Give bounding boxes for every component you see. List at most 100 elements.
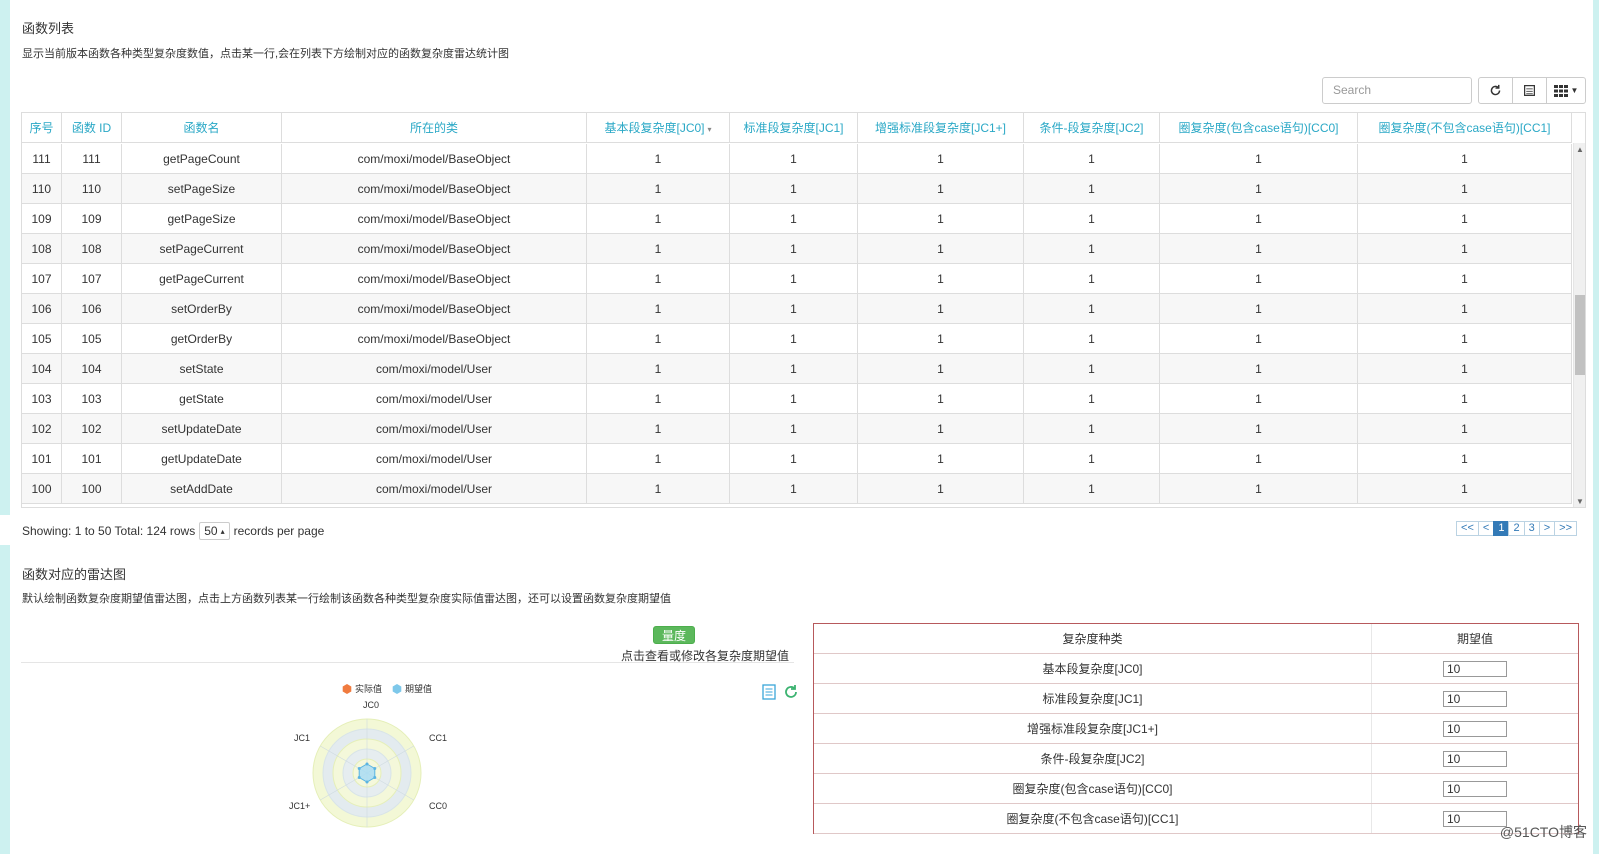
legend-item-expected[interactable]: 期望值: [392, 682, 432, 695]
table-cell: 1: [1024, 294, 1160, 324]
table-cell: 1: [587, 144, 730, 174]
expected-value-input[interactable]: 10: [1443, 720, 1507, 737]
table-row[interactable]: 108 108 setPageCurrent com/moxi/model/BaseO…: [22, 234, 1572, 264]
expectation-row: 增强标准段复杂度[JC1+] 10: [814, 714, 1578, 744]
table-row[interactable]: 106 106 setOrderBy com/moxi/model/BaseObjec…: [22, 294, 1572, 324]
table-cell: 1: [1024, 144, 1160, 174]
table-cell: 1: [1024, 474, 1160, 504]
expected-value-input[interactable]: 10: [1443, 690, 1507, 707]
page-link[interactable]: 3: [1523, 521, 1540, 536]
table-cell: 105: [62, 324, 122, 354]
table-cell: 110: [62, 174, 122, 204]
column-header[interactable]: 圈复杂度(包含case语句)[CC0]: [1160, 113, 1358, 143]
legend-label: 实际值: [355, 684, 383, 694]
legend-item-actual[interactable]: 实际值: [342, 682, 382, 695]
table-cell: getUpdateDate: [122, 444, 282, 474]
table-scrollbar[interactable]: ▲ ▼: [1573, 143, 1585, 507]
table-row[interactable]: 101 101 getUpdateDate com/moxi/model/User 1 1…: [22, 444, 1572, 474]
radar-point[interactable]: [357, 776, 361, 779]
table-cell: 1: [587, 324, 730, 354]
right-stripe: [1593, 0, 1599, 854]
scrollbar-thumb[interactable]: [1575, 295, 1585, 375]
table-row[interactable]: 105 105 getOrderBy com/moxi/model/BaseObjec…: [22, 324, 1572, 354]
table-cell: 102: [62, 414, 122, 444]
table-cell: 1: [730, 144, 858, 174]
column-header[interactable]: 圈复杂度(不包含case语句)[CC1]: [1358, 113, 1572, 143]
expected-value-cell: 10: [1372, 714, 1578, 743]
expected-value-series[interactable]: [358, 763, 376, 783]
table-cell: 109: [62, 204, 122, 234]
radar-point[interactable]: [365, 780, 369, 784]
table-row[interactable]: 111 111 getPageCount com/moxi/model/BaseObj…: [22, 144, 1572, 174]
page-size-select[interactable]: 50 ▴: [199, 522, 230, 540]
data-view-icon[interactable]: [762, 684, 776, 700]
radar-point[interactable]: [373, 776, 377, 779]
expected-value-input[interactable]: 10: [1443, 810, 1507, 827]
expected-value-input[interactable]: 10: [1443, 780, 1507, 797]
expected-value-input[interactable]: 10: [1443, 750, 1507, 767]
table-row[interactable]: 104 104 setState com/moxi/model/User 1 1 1 1 1 1: [22, 354, 1572, 384]
table-cell: 1: [730, 474, 858, 504]
columns-button[interactable]: ▼: [1546, 77, 1586, 104]
column-header[interactable]: 增强标准段复杂度[JC1+]: [858, 113, 1024, 143]
table-cell: getPageSize: [122, 204, 282, 234]
table-cell: 1: [858, 324, 1024, 354]
restore-icon[interactable]: [783, 684, 799, 700]
list-icon: [1524, 85, 1535, 96]
complexity-type: 增强标准段复杂度[JC1+]: [814, 714, 1372, 743]
table-row[interactable]: 103 103 getState com/moxi/model/User 1 1 1 1 1 1: [22, 384, 1572, 414]
expectation-table: 复杂度种类 期望值 基本段复杂度[JC0] 10 标准段复杂度[JC1] 10 增强标准…: [813, 623, 1579, 834]
radar-point[interactable]: [365, 762, 369, 766]
radar-description: 默认绘制函数复杂度期望值雷达图，点击上方函数列表某一行绘制该函数各种类型复杂度实…: [22, 593, 671, 605]
toggle-view-button[interactable]: [1512, 77, 1547, 104]
table-cell: 110: [22, 174, 62, 204]
column-header[interactable]: 函数 ID: [62, 113, 122, 143]
table-cell: 1: [730, 384, 858, 414]
measure-button[interactable]: 量度: [653, 626, 695, 644]
table-cell: 108: [22, 234, 62, 264]
column-header[interactable]: 基本段复杂度[JC0] ▾: [587, 113, 730, 143]
table-cell: 1: [1160, 174, 1358, 204]
refresh-button[interactable]: [1478, 77, 1513, 104]
table-cell: 1: [587, 384, 730, 414]
table-cell: 111: [62, 144, 122, 174]
column-header-label: 序号: [29, 121, 54, 135]
table-cell: getPageCount: [122, 144, 282, 174]
table-cell: 1: [587, 174, 730, 204]
column-header[interactable]: 条件-段复杂度[JC2]: [1024, 113, 1160, 143]
search-input[interactable]: Search: [1322, 77, 1472, 104]
list-title: 函数列表: [22, 21, 75, 36]
table-row[interactable]: 110 110 setPageSize com/moxi/model/BaseObje…: [22, 174, 1572, 204]
column-header[interactable]: 所在的类: [282, 113, 587, 143]
table-cell: com/moxi/model/User: [282, 414, 587, 444]
page-link[interactable]: <: [1477, 521, 1495, 536]
page-link[interactable]: >: [1538, 521, 1556, 536]
column-header[interactable]: 序号: [22, 113, 62, 143]
radar-point[interactable]: [373, 767, 377, 770]
column-header[interactable]: 函数名: [122, 113, 282, 143]
scroll-down-icon[interactable]: ▼: [1576, 497, 1584, 506]
scroll-up-icon[interactable]: ▲: [1576, 145, 1584, 154]
page-link[interactable]: <<: [1456, 521, 1479, 536]
page-link[interactable]: >>: [1554, 521, 1577, 536]
expected-value-input[interactable]: 10: [1443, 660, 1507, 677]
page-link[interactable]: 1: [1493, 521, 1510, 536]
table-cell: setPageSize: [122, 174, 282, 204]
table-cell: 102: [22, 414, 62, 444]
table-row[interactable]: 107 107 getPageCurrent com/moxi/model/BaseO…: [22, 264, 1572, 294]
table-cell: 104: [22, 354, 62, 384]
table-cell: 1: [730, 174, 858, 204]
table-row[interactable]: 100 100 setAddDate com/moxi/model/User 1 1 1 1 1…: [22, 474, 1572, 504]
page-link[interactable]: 2: [1508, 521, 1525, 536]
table-row[interactable]: 109 109 getPageSize com/moxi/model/BaseObje…: [22, 204, 1572, 234]
table-row[interactable]: 102 102 setUpdateDate com/moxi/model/User 1 1…: [22, 414, 1572, 444]
complexity-type: 基本段复杂度[JC0]: [814, 654, 1372, 683]
header-value: 期望值: [1456, 632, 1493, 646]
table-cell: getPageCurrent: [122, 264, 282, 294]
expected-value-cell: 10: [1372, 744, 1578, 773]
radar-point[interactable]: [357, 767, 361, 770]
column-header-label: 圈复杂度(包含case语句)[CC0]: [1178, 121, 1339, 135]
table-cell: 1: [587, 234, 730, 264]
table-cell: 1: [587, 354, 730, 384]
column-header[interactable]: 标准段复杂度[JC1]: [730, 113, 858, 143]
